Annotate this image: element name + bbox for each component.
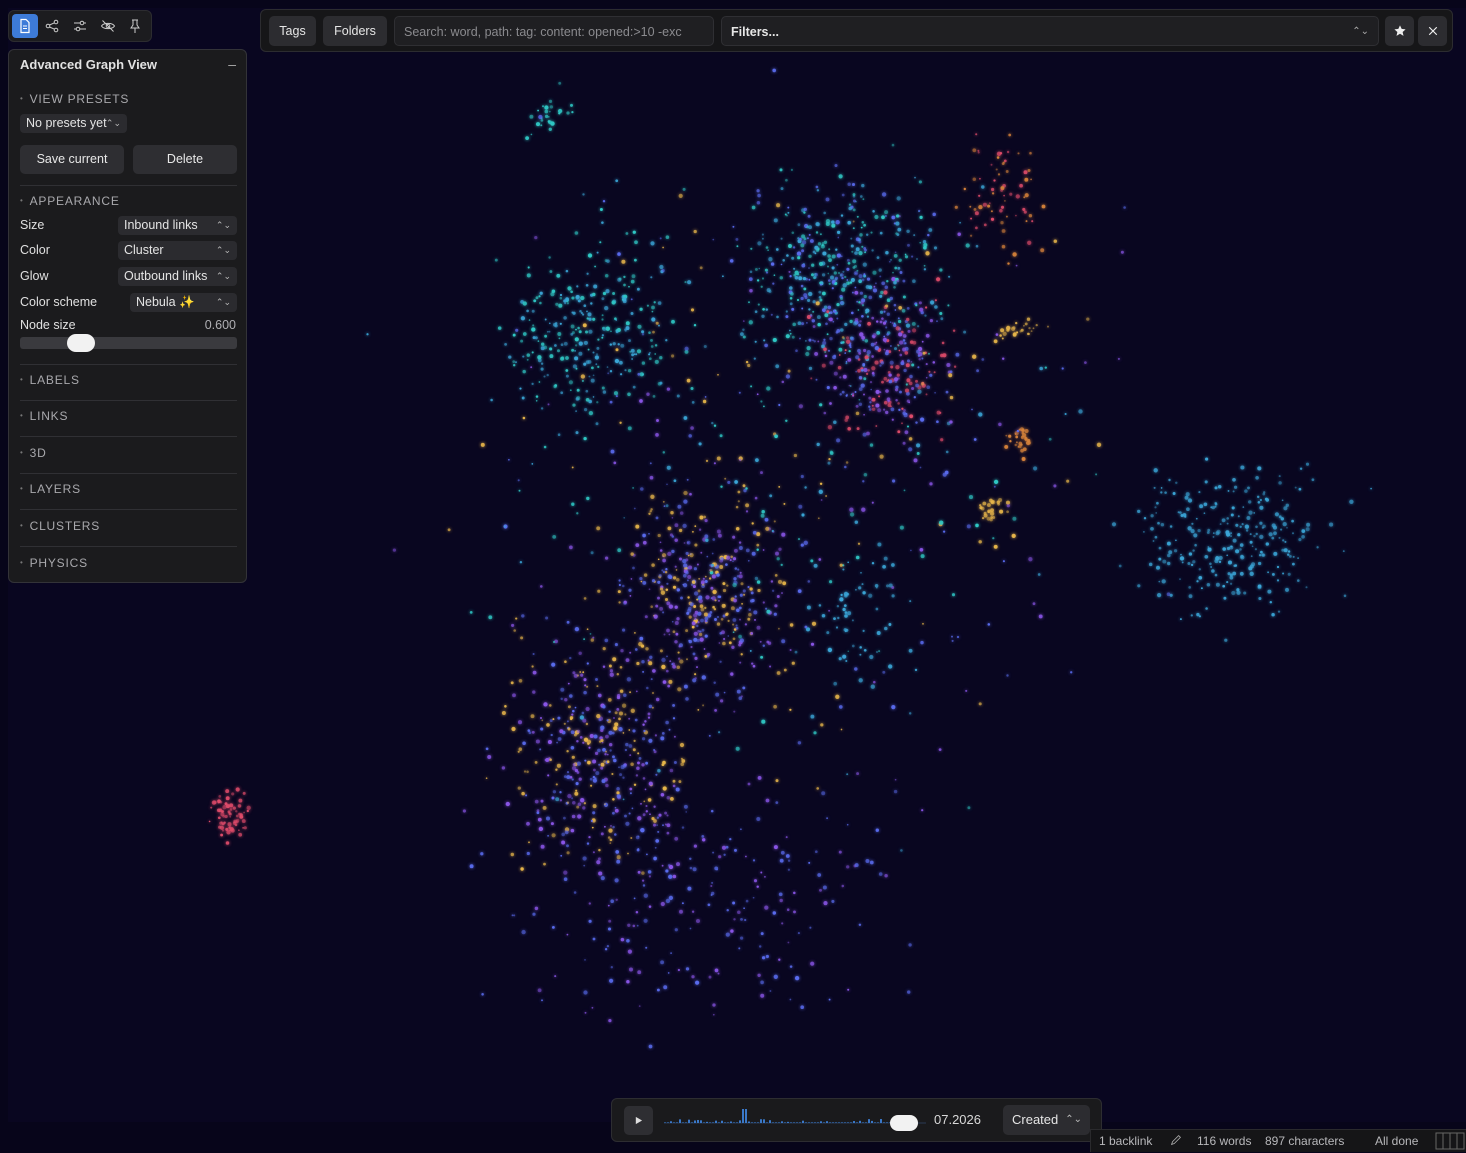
backlink-count[interactable]: 1 backlink bbox=[1099, 1134, 1152, 1148]
graph-nodes[interactable] bbox=[208, 45, 1372, 1049]
node-size-value: 0.600 bbox=[204, 318, 236, 332]
divider bbox=[20, 473, 237, 474]
view-toolbar bbox=[8, 10, 152, 42]
word-count: 116 words bbox=[1197, 1134, 1252, 1148]
glow-select[interactable]: Outbound links ⌃⌄ bbox=[118, 267, 237, 286]
section-links[interactable]: • LINKS bbox=[20, 409, 68, 423]
node-size-slider[interactable] bbox=[20, 334, 237, 352]
section-layers[interactable]: • LAYERS bbox=[20, 482, 81, 496]
folders-button[interactable]: Folders bbox=[323, 16, 387, 46]
delete-preset-button[interactable]: Delete bbox=[133, 145, 237, 174]
collapse-button[interactable]: – bbox=[228, 56, 236, 72]
sync-status[interactable]: All done bbox=[1375, 1134, 1418, 1148]
timeline-mode-select[interactable]: Created ⌃⌄ bbox=[1003, 1105, 1090, 1135]
node-size-label: Node size bbox=[20, 318, 76, 332]
glow-label: Glow bbox=[20, 269, 49, 283]
section-clusters[interactable]: • CLUSTERS bbox=[20, 519, 100, 533]
star-icon[interactable] bbox=[1385, 16, 1414, 46]
presets-select[interactable]: No presets yet ⌃⌄ bbox=[20, 114, 127, 133]
divider bbox=[20, 185, 237, 186]
timeline-histogram[interactable] bbox=[664, 1107, 926, 1135]
color-select[interactable]: Cluster ⌃⌄ bbox=[118, 241, 237, 260]
slider-thumb[interactable] bbox=[67, 334, 95, 352]
file-icon[interactable] bbox=[12, 14, 38, 38]
timeline-bar: 07.2026 Created ⌃⌄ bbox=[611, 1098, 1102, 1142]
pin-icon[interactable] bbox=[122, 14, 148, 38]
graph-settings-panel: Advanced Graph View – • VIEW PRESETS No p… bbox=[8, 49, 247, 583]
divider bbox=[20, 546, 237, 547]
timeline-date: 07.2026 bbox=[934, 1112, 981, 1127]
character-count: 897 characters bbox=[1265, 1134, 1345, 1148]
filters-select[interactable]: Filters... ⌃⌄ bbox=[721, 16, 1379, 46]
timeline-thumb[interactable] bbox=[890, 1115, 918, 1131]
play-icon[interactable] bbox=[624, 1106, 653, 1135]
size-label: Size bbox=[20, 218, 45, 232]
section-physics[interactable]: • PHYSICS bbox=[20, 556, 88, 570]
pencil-icon[interactable] bbox=[1169, 1133, 1183, 1150]
divider bbox=[20, 509, 237, 510]
search-bar: Tags Folders Search: word, path: tag: co… bbox=[260, 9, 1453, 52]
close-icon[interactable] bbox=[1418, 16, 1447, 46]
section-labels[interactable]: • LABELS bbox=[20, 373, 80, 387]
search-input[interactable]: Search: word, path: tag: content: opened… bbox=[394, 16, 714, 46]
tags-button[interactable]: Tags bbox=[269, 16, 316, 46]
section-3d[interactable]: • 3D bbox=[20, 446, 47, 460]
panel-toggle-icon[interactable] bbox=[1435, 1132, 1465, 1153]
eye-off-icon[interactable] bbox=[95, 14, 121, 38]
size-select[interactable]: Inbound links ⌃⌄ bbox=[118, 216, 237, 235]
section-view-presets[interactable]: • VIEW PRESETS bbox=[20, 92, 129, 106]
status-bar: 1 backlink 116 words 897 characters All … bbox=[1090, 1129, 1466, 1152]
divider bbox=[20, 364, 237, 365]
section-appearance[interactable]: • APPEARANCE bbox=[20, 194, 120, 208]
divider bbox=[20, 400, 237, 401]
sliders-icon[interactable] bbox=[67, 14, 93, 38]
divider bbox=[20, 436, 237, 437]
color-scheme-label: Color scheme bbox=[20, 295, 98, 309]
color-label: Color bbox=[20, 243, 50, 257]
panel-title: Advanced Graph View bbox=[20, 57, 158, 72]
color-scheme-select[interactable]: Nebula ✨ ⌃⌄ bbox=[130, 293, 237, 312]
save-current-button[interactable]: Save current bbox=[20, 145, 124, 174]
graph-nodes-icon[interactable] bbox=[40, 14, 66, 38]
